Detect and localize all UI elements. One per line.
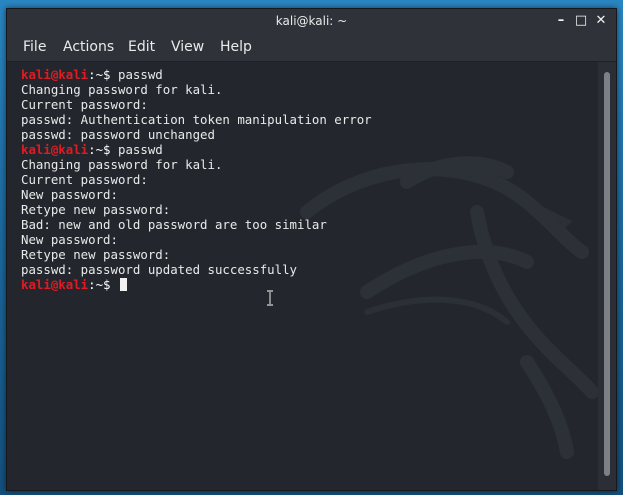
terminal-output-line: Current password: — [21, 172, 148, 187]
mouse-ibeam-cursor-icon — [267, 290, 273, 306]
terminal-prompt-line: kali@kali:~$ — [21, 277, 372, 292]
terminal-output-line: Bad: new and old password are too simila… — [21, 217, 327, 232]
terminal-prompt-line: kali@kali:~$ passwd — [21, 142, 372, 157]
terminal-text: kali@kali:~$ passwd Changing password for… — [21, 67, 372, 292]
terminal-output-line: passwd: password unchanged — [21, 127, 215, 142]
menu-actions[interactable]: Actions — [63, 33, 114, 61]
window-title: kali@kali: ~ — [275, 14, 348, 28]
prompt-user-host: kali@kali — [21, 142, 89, 157]
menu-help[interactable]: Help — [220, 33, 252, 61]
menu-file[interactable]: File — [23, 33, 46, 61]
terminal-output-line: Changing password for kali. — [21, 157, 223, 172]
text-cursor — [120, 278, 127, 291]
prompt-user-host: kali@kali — [21, 67, 89, 82]
prompt-command: passwd — [110, 67, 163, 82]
terminal-output-line: Current password: — [21, 97, 148, 112]
prompt-command: passwd — [110, 142, 163, 157]
prompt-path: :~$ — [88, 142, 111, 157]
terminal-output-line: New password: — [21, 232, 118, 247]
menu-view[interactable]: View — [171, 33, 204, 61]
menu-edit[interactable]: Edit — [128, 33, 155, 61]
terminal-output-line: Changing password for kali. — [21, 82, 223, 97]
prompt-user-host: kali@kali — [21, 277, 89, 292]
terminal-output-line: Retype new password: — [21, 247, 171, 262]
terminal-window: kali@kali: ~ – □ ✕ File Actions Edit Vie… — [6, 8, 617, 491]
terminal-output-line: New password: — [21, 187, 118, 202]
menu-bar: File Actions Edit View Help — [7, 33, 616, 62]
terminal-output-area[interactable]: kali@kali:~$ passwd Changing password for… — [7, 62, 598, 490]
scrollbar-thumb[interactable] — [604, 72, 610, 476]
title-bar[interactable]: kali@kali: ~ – □ ✕ — [7, 9, 616, 33]
terminal-prompt-line: kali@kali:~$ passwd — [21, 67, 372, 82]
terminal-output-line: passwd: Authentication token manipulatio… — [21, 112, 372, 127]
desktop-background: kali@kali: ~ – □ ✕ File Actions Edit Vie… — [0, 0, 623, 495]
terminal-output-line: passwd: password updated successfully — [21, 262, 298, 277]
maximize-button[interactable]: □ — [572, 12, 590, 30]
terminal-output-line: Retype new password: — [21, 202, 171, 217]
prompt-path: :~$ — [88, 67, 111, 82]
prompt-path: :~$ — [88, 277, 111, 292]
vertical-scrollbar[interactable] — [598, 62, 616, 490]
close-button[interactable]: ✕ — [592, 12, 610, 30]
minimize-button[interactable]: – — [552, 12, 570, 30]
prompt-command — [111, 277, 118, 292]
